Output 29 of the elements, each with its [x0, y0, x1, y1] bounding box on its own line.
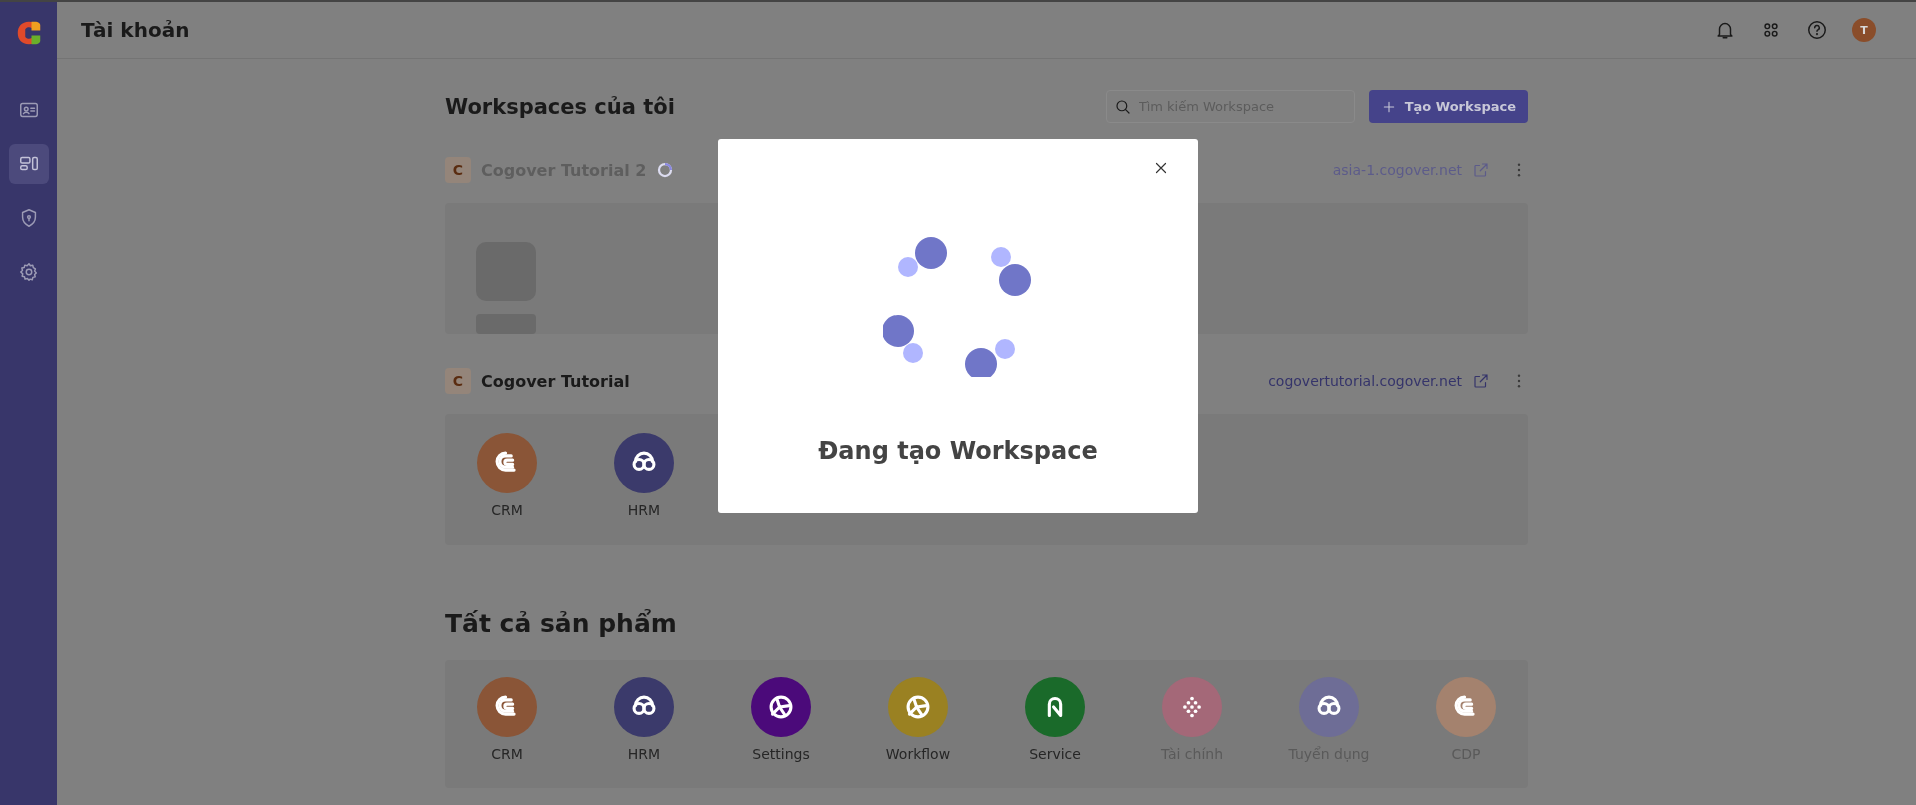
app-tile[interactable]: CRM	[445, 677, 569, 788]
workspace-avatar: C	[445, 368, 471, 394]
external-link-icon[interactable]	[1472, 372, 1490, 390]
section-title: Workspaces của tôi	[445, 94, 675, 119]
app-tile[interactable]: HRM	[582, 677, 706, 788]
sidebar-item[interactable]	[8, 144, 49, 184]
app-tile[interactable]: HRM	[582, 433, 706, 545]
app-label: Settings	[752, 746, 810, 762]
app-tile[interactable]: Settings	[719, 677, 843, 788]
app-label: HRM	[627, 502, 661, 518]
create-workspace-button[interactable]: Tạo Workspace	[1368, 90, 1528, 123]
page-title: Tài khoản	[81, 18, 190, 42]
app-tile[interactable]: CRM	[445, 433, 569, 545]
app-tile[interactable]: Workflow	[856, 677, 980, 788]
workspace-link[interactable]: cogovertutorial.cogover.net	[1268, 373, 1462, 389]
app-label: CRM	[491, 502, 523, 518]
search-icon	[1113, 98, 1132, 116]
settings-icon	[17, 261, 40, 283]
app-label: Service	[1029, 746, 1081, 762]
help-icon[interactable]	[1806, 19, 1828, 41]
app-label: CRM	[491, 746, 523, 762]
app-label: Workflow	[885, 746, 951, 762]
section-title: Tất cả sản phẩm	[445, 609, 678, 640]
user-avatar[interactable]: T	[1852, 18, 1876, 42]
workspace-avatar: C	[445, 157, 471, 183]
modal-title: Đang tạo Workspace	[818, 437, 1098, 465]
app-tile[interactable]: Service	[993, 677, 1117, 788]
workspace-name: Cogover Tutorial	[481, 371, 630, 391]
app-label: HRM	[627, 746, 661, 762]
